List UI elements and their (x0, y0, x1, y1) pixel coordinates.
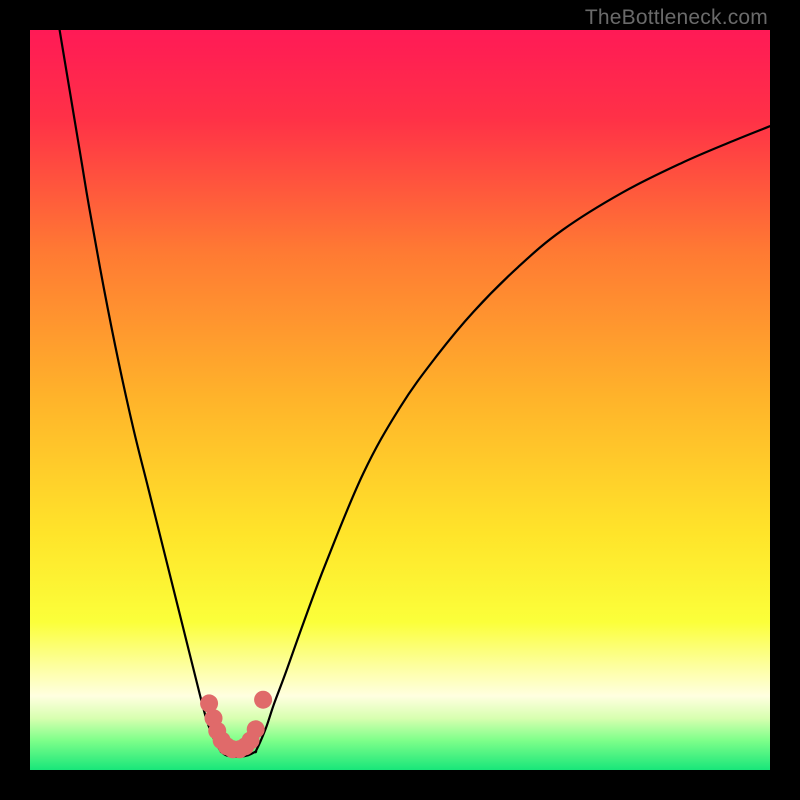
valley-marker-group (200, 691, 272, 759)
chart-canvas (30, 30, 770, 770)
bottleneck-curve (60, 30, 770, 757)
valley-marker (247, 720, 265, 738)
valley-marker (254, 691, 272, 709)
watermark-text: TheBottleneck.com (585, 6, 768, 30)
plot-area (30, 30, 770, 770)
chart-frame: TheBottleneck.com (0, 0, 800, 800)
